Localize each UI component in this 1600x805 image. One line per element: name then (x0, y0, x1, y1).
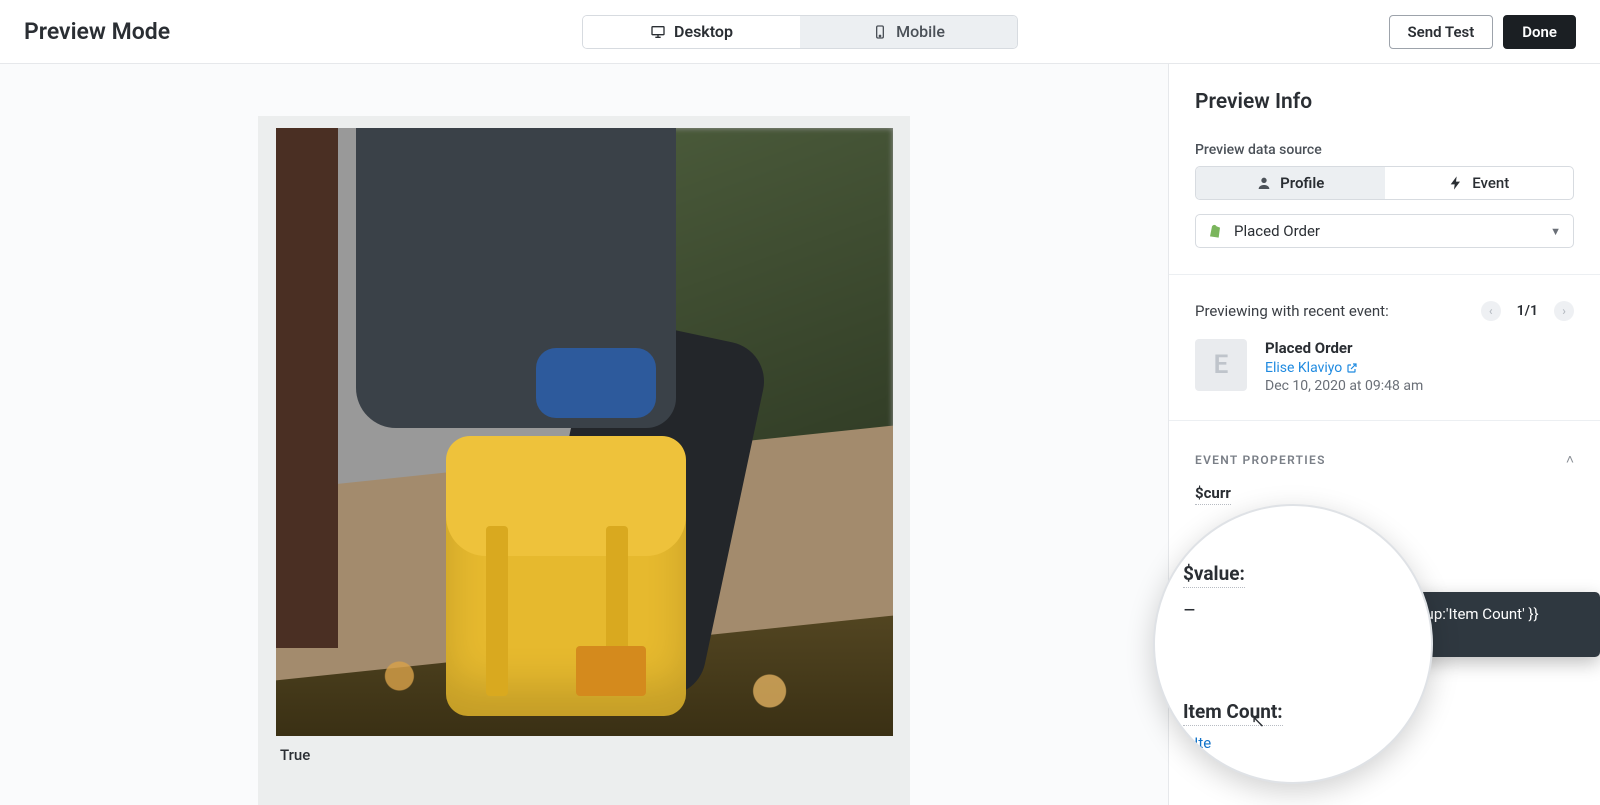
event-properties-title: EVENT PROPERTIES (1195, 453, 1326, 467)
prop-currency[interactable]: $curr (1195, 484, 1231, 505)
event-tab-label: Event (1472, 174, 1509, 192)
prop-items-collapsed[interactable]: ▸ Ite (1183, 734, 1413, 752)
sidebar-title: Preview Info (1195, 90, 1574, 114)
event-name: Placed Order (1265, 339, 1423, 357)
device-desktop-button[interactable]: Desktop (583, 16, 800, 48)
pager-count: 1/1 (1517, 303, 1538, 319)
event-tab[interactable]: Event (1385, 167, 1574, 199)
event-user-name: Elise Klaviyo (1265, 360, 1342, 376)
email-frame: True (258, 116, 910, 805)
shopify-icon (1208, 223, 1224, 239)
preview-canvas: True (0, 64, 1168, 805)
event-user-link[interactable]: Elise Klaviyo (1265, 360, 1358, 376)
event-timestamp: Dec 10, 2020 at 09:48 am (1265, 378, 1423, 394)
event-properties-header[interactable]: EVENT PROPERTIES ˄ (1195, 451, 1574, 468)
magnifier-overlay: $value: – Item Count: ▸ Ite ↖︎ (1153, 504, 1433, 784)
previewing-label: Previewing with recent event: (1195, 302, 1389, 320)
done-label: Done (1522, 23, 1557, 41)
event-properties: $curr Copy {{ event|lookup:'Item Count' … (1195, 484, 1574, 511)
pager-next-button[interactable]: › (1554, 301, 1574, 321)
profile-tab-label: Profile (1280, 174, 1324, 192)
header-actions: Send Test Done (1389, 15, 1577, 49)
caret-down-icon: ▼ (1550, 225, 1561, 238)
data-source-label: Preview data source (1195, 142, 1574, 158)
event-header: Previewing with recent event: ‹ 1/1 › (1195, 301, 1574, 321)
event-card: E Placed Order Elise Klaviyo Dec 10, 202… (1195, 339, 1574, 394)
event-pager: ‹ 1/1 › (1481, 301, 1574, 321)
divider (1169, 274, 1600, 275)
cursor-icon: ↖︎ (1251, 712, 1265, 732)
device-desktop-label: Desktop (674, 22, 733, 41)
prop-value-dash: – (1183, 598, 1413, 622)
page-title: Preview Mode (24, 18, 170, 45)
mobile-icon (872, 24, 888, 40)
event-select-value: Placed Order (1234, 222, 1320, 240)
event-meta: Placed Order Elise Klaviyo Dec 10, 2020 … (1265, 339, 1423, 394)
bolt-icon (1448, 175, 1464, 191)
profile-tab[interactable]: Profile (1196, 167, 1385, 199)
external-link-icon (1346, 362, 1358, 374)
device-mobile-button[interactable]: Mobile (800, 16, 1017, 48)
pager-prev-button[interactable]: ‹ (1481, 301, 1501, 321)
event-select[interactable]: Placed Order ▼ (1195, 214, 1574, 248)
header-bar: Preview Mode Desktop Mobile Send Test Do… (0, 0, 1600, 64)
device-toggle: Desktop Mobile (582, 15, 1018, 49)
device-mobile-label: Mobile (896, 22, 945, 41)
data-source-toggle: Profile Event (1195, 166, 1574, 200)
prop-value[interactable]: $value: (1183, 562, 1245, 588)
image-caption: True (276, 736, 892, 764)
person-icon (1256, 175, 1272, 191)
send-test-label: Send Test (1408, 23, 1475, 41)
chevron-up-icon: ˄ (1566, 451, 1574, 468)
avatar: E (1195, 339, 1247, 391)
preview-info-sidebar: Preview Info Preview data source Profile… (1168, 64, 1600, 805)
done-button[interactable]: Done (1503, 15, 1576, 49)
divider (1169, 420, 1600, 421)
send-test-button[interactable]: Send Test (1389, 15, 1494, 49)
avatar-initial: E (1214, 350, 1229, 380)
prop-item-count[interactable]: Item Count: (1183, 700, 1283, 726)
email-product-image (276, 128, 893, 736)
monitor-icon (650, 24, 666, 40)
